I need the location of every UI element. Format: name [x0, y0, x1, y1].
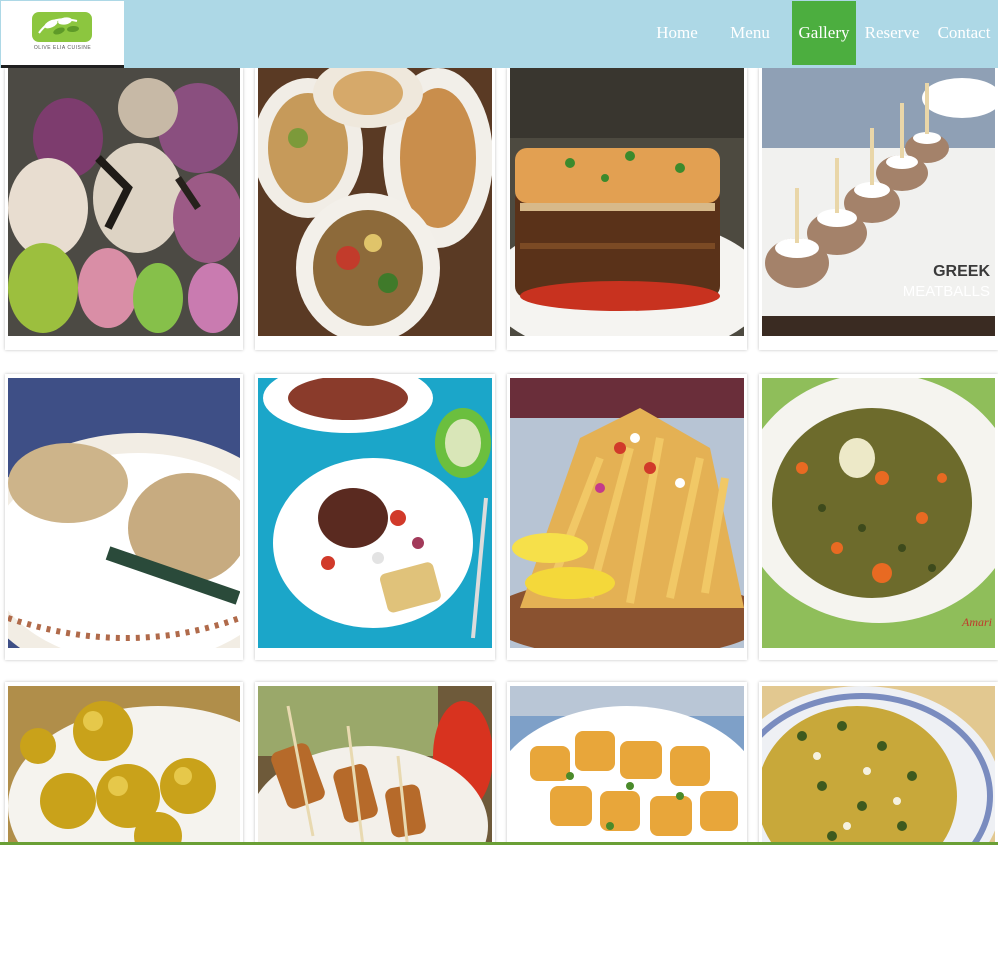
photo-loukoumades[interactable]: [8, 686, 240, 842]
photo-greek-fries-feta[interactable]: [510, 378, 744, 648]
photo-meze-platter[interactable]: [258, 68, 492, 336]
logo-text: OLIVE ELIA CUISINE: [33, 45, 92, 51]
gallery-card[interactable]: [5, 682, 243, 842]
photo-grilled-vegetable-skewers[interactable]: [8, 68, 240, 336]
nav-contact[interactable]: Contact: [930, 1, 998, 65]
nav-menu[interactable]: Menu: [722, 1, 778, 65]
gallery-card[interactable]: [759, 682, 998, 842]
gallery-card[interactable]: [507, 68, 747, 350]
olive-branch-logo-icon: [32, 12, 92, 42]
svg-text:Amari: Amari: [961, 615, 992, 629]
photo-lamb-salad-plate[interactable]: [258, 378, 492, 648]
photo-moussaka-slice[interactable]: [510, 68, 744, 336]
site-logo[interactable]: OLIVE ELIA CUISINE: [1, 1, 124, 68]
main-nav: Home Menu Gallery Reserve Contact: [644, 1, 998, 68]
photo-caption-meatballs: MEATBALLS: [903, 283, 990, 300]
photo-herb-barley-salad[interactable]: [762, 686, 995, 842]
photo-roasted-potatoes[interactable]: [510, 686, 744, 842]
nav-home[interactable]: Home: [644, 1, 710, 65]
photo-greek-meatballs[interactable]: GREEK MEATBALLS: [762, 68, 995, 336]
photo-kataifi-pastry[interactable]: [8, 378, 240, 648]
photo-chicken-souvlaki[interactable]: [258, 686, 492, 842]
gallery-card[interactable]: Amari: [759, 374, 998, 660]
gallery-card[interactable]: [5, 68, 243, 350]
nav-gallery-active[interactable]: Gallery: [792, 1, 856, 65]
food-gallery: GREEK MEATBALLS Amari: [0, 68, 998, 842]
gallery-card[interactable]: [507, 374, 747, 660]
gallery-card[interactable]: [255, 374, 495, 660]
gallery-card[interactable]: [255, 68, 495, 350]
photo-lentil-soup[interactable]: Amari: [762, 378, 995, 648]
top-navigation-bar: OLIVE ELIA CUISINE Home Menu Gallery Res…: [0, 0, 998, 68]
gallery-card[interactable]: GREEK MEATBALLS: [759, 68, 998, 350]
nav-reserve[interactable]: Reserve: [858, 1, 926, 65]
gallery-card[interactable]: [5, 374, 243, 660]
gallery-card[interactable]: [507, 682, 747, 842]
gallery-card[interactable]: [255, 682, 495, 842]
footer-divider: [0, 842, 998, 845]
photo-caption-greek: GREEK: [933, 263, 990, 280]
